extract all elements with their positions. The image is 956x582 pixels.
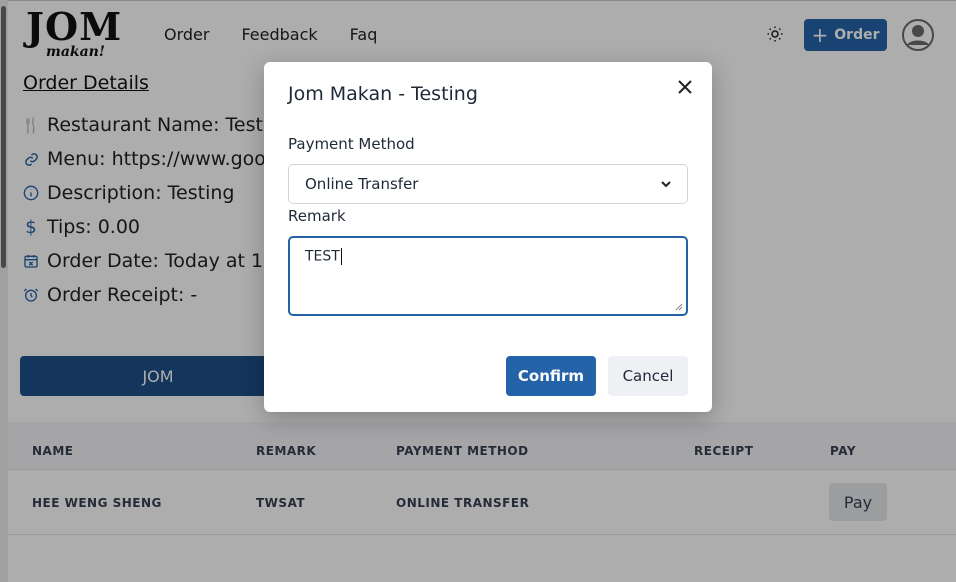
close-icon[interactable] xyxy=(674,76,696,98)
payment-method-label: Payment Method xyxy=(288,135,415,153)
resize-grip-icon[interactable] xyxy=(675,303,683,311)
payment-method-select[interactable]: Online Transfer xyxy=(288,164,688,204)
payment-modal: Jom Makan - Testing Payment Method Onlin… xyxy=(264,62,712,412)
modal-title: Jom Makan - Testing xyxy=(288,83,478,105)
confirm-button[interactable]: Confirm xyxy=(506,356,596,396)
payment-method-value: Online Transfer xyxy=(305,175,419,193)
text-caret xyxy=(340,248,342,265)
cancel-button[interactable]: Cancel xyxy=(608,356,688,396)
remark-textarea[interactable]: TEST xyxy=(288,236,688,316)
remark-value: TEST xyxy=(305,248,340,265)
remark-label: Remark xyxy=(288,207,346,225)
chevron-down-icon xyxy=(661,181,671,188)
